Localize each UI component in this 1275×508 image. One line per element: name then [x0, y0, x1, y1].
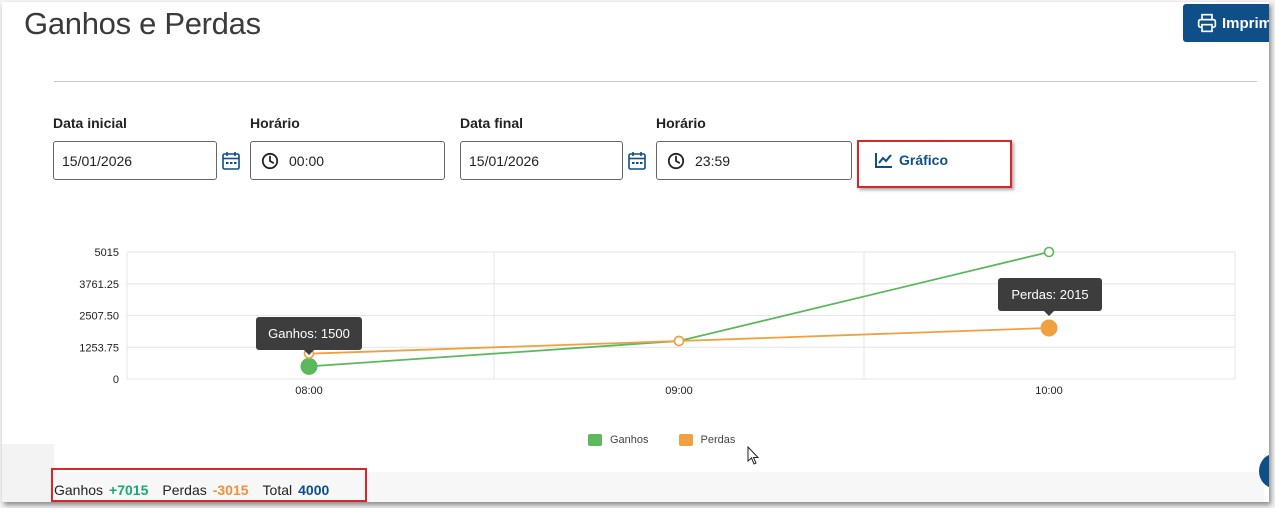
line-chart: 5015 3761.25 2507.50 1253.75 0 08:00 09:00 10:0…: [79, 246, 1236, 397]
x-tick-label: 10:00: [1035, 385, 1063, 397]
y-tick-label: 1253.75: [79, 342, 119, 354]
legend-swatch-ganhos: [588, 434, 602, 446]
losses-value: -3015: [212, 482, 249, 498]
x-tick-label: 09:00: [665, 385, 693, 397]
legend-swatch-perdas: [678, 434, 693, 446]
y-tick-label: 0: [113, 374, 119, 386]
y-tick-label: 3761.25: [79, 279, 119, 291]
app-window: Ganhos e Perdas Imprim Data inicial 15/0…: [2, 2, 1269, 502]
gains-value: +7015: [109, 482, 149, 498]
legend-label-ganhos: Ganhos: [610, 434, 649, 446]
x-tick-label: 08:00: [295, 385, 323, 397]
y-tick-label: 2507.50: [79, 311, 119, 323]
data-point-active: [1040, 319, 1058, 337]
data-point: [1043, 246, 1055, 258]
data-point-active: [300, 357, 318, 375]
summary: Ganhos +7015 Perdas -3015 Total 4000: [54, 482, 337, 498]
tooltip-text: Ganhos: 1500: [268, 326, 350, 341]
total-value: 4000: [298, 482, 330, 498]
footer-shade: [2, 444, 54, 502]
legend: Ganhos Perdas: [588, 434, 735, 446]
data-point: [673, 335, 685, 347]
mouse-cursor-icon: [747, 446, 760, 465]
losses-label: Perdas: [162, 482, 207, 498]
y-tick-label: 5015: [95, 247, 119, 259]
legend-label-perdas: Perdas: [700, 434, 736, 446]
gains-label: Ganhos: [54, 482, 104, 498]
legend-item-perdas[interactable]: Perdas: [678, 434, 736, 446]
tooltip-text: Perdas: 2015: [1011, 287, 1088, 302]
total-label: Total: [262, 482, 293, 498]
legend-item-ganhos[interactable]: Ganhos: [588, 434, 649, 446]
